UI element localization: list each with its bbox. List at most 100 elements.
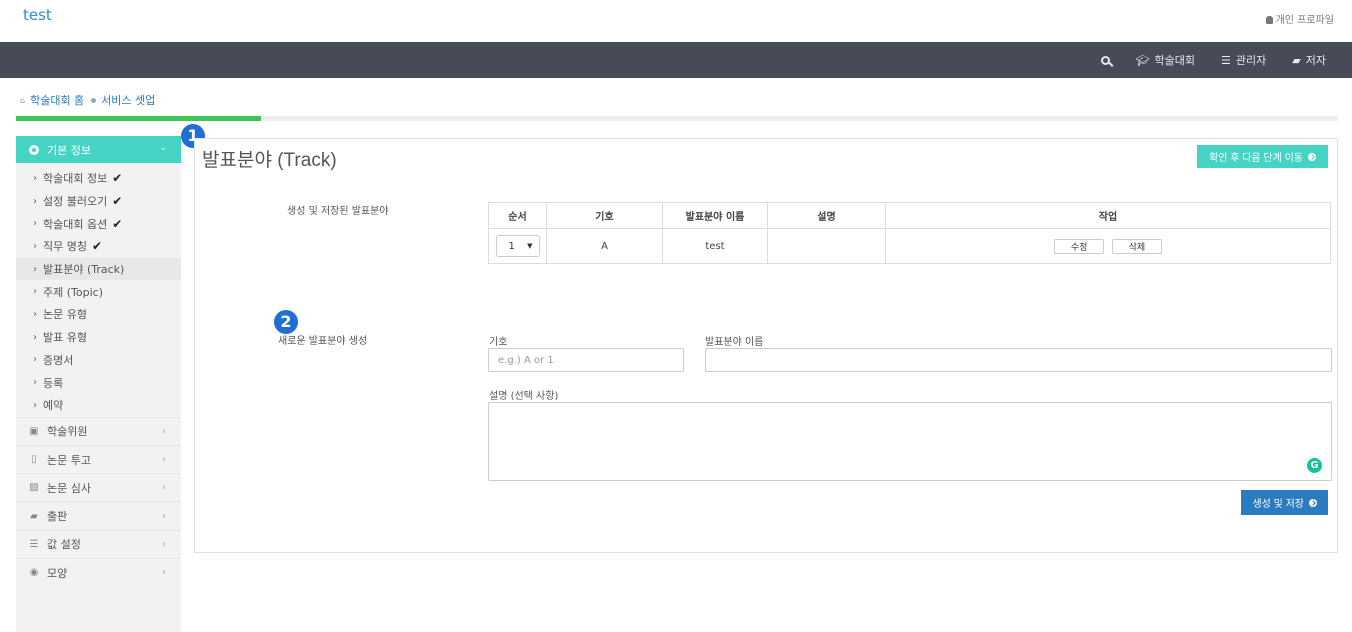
chevron-right-icon: ›	[33, 240, 37, 252]
brand-link[interactable]: test	[23, 6, 52, 24]
breadcrumb-separator	[91, 97, 97, 103]
table-row: 1 ▼ A test 수정 삭제	[488, 228, 1331, 264]
graduation-cap-icon: 🎓︎	[1135, 53, 1150, 67]
column-header-order: 순서	[488, 202, 547, 229]
chevron-right-icon: ›	[33, 218, 37, 230]
sidebar-item-paper-type[interactable]: › 논문 유형	[16, 303, 181, 326]
check-icon: ✔	[112, 216, 123, 231]
nav-item-label: 관리자	[1235, 54, 1267, 67]
sidebar-item-label: 발표분야 (Track)	[43, 263, 125, 277]
code-cell: A	[546, 228, 663, 264]
sidebar: 기본 정보 ⌄ › 학술대회 정보 ✔ › 설정 불러오기 ✔ › 학술대회 옵션 ✔ › 직…	[16, 136, 181, 632]
sidebar-item-label: 발표 유형	[43, 331, 87, 345]
track-panel: 발표분야 (Track) 확인 후 다음 단계 이동 생성 및 저장된 발표분야…	[194, 138, 1338, 553]
nav-item-author[interactable]: ▰ 저자	[1292, 52, 1326, 68]
table-header-row: 순서 기호 발표분야 이름 설명 작업	[488, 202, 1331, 229]
sidebar-item-topic[interactable]: › 주제 (Topic)	[16, 280, 181, 303]
sidebar-item-conference-options[interactable]: › 학술대회 옵션 ✔	[16, 212, 181, 235]
sidebar-section-values[interactable]: ☰ 값 설정 ‹	[16, 529, 181, 558]
column-header-description: 설명	[767, 202, 886, 229]
sidebar-item-load-settings[interactable]: › 설정 불러오기 ✔	[16, 190, 181, 213]
create-and-save-button[interactable]: 생성 및 저장	[1241, 490, 1328, 515]
setup-progress-bar	[16, 116, 1338, 121]
gear-icon	[29, 144, 39, 155]
grammarly-icon[interactable]: G	[1307, 458, 1322, 473]
top-bar: test 개인 프로파일	[0, 0, 1352, 42]
sidebar-item-presentation-type[interactable]: › 발표 유형	[16, 326, 181, 349]
breadcrumb-home[interactable]: 학술대회 홈	[30, 92, 84, 108]
chevron-down-icon: ⌄	[159, 143, 167, 153]
sidebar-section-submission[interactable]: ▯ 논문 투고 ‹	[16, 444, 181, 473]
chevron-right-icon: ›	[33, 308, 37, 320]
chevron-left-icon: ‹	[162, 482, 166, 494]
next-step-button[interactable]: 확인 후 다음 단계 이동	[1197, 145, 1328, 168]
sidebar-section-title: 기본 정보	[47, 143, 91, 157]
name-cell: test	[662, 228, 768, 264]
sidebar-item-label: 논문 유형	[43, 308, 87, 322]
description-label: 설명 (선택 사항)	[489, 391, 559, 402]
chevron-left-icon: ‹	[162, 510, 166, 522]
nav-item-admin[interactable]: ☰ 관리자	[1221, 52, 1266, 68]
edit-button[interactable]: 수정	[1053, 238, 1105, 254]
column-header-code: 기호	[546, 202, 663, 229]
file-icon: ▯	[31, 454, 37, 465]
nav-item-label: 학술대회	[1154, 54, 1196, 67]
chevron-right-icon: ›	[33, 377, 37, 389]
chevron-right-icon: ›	[33, 195, 37, 207]
eye-icon: ◉	[29, 567, 39, 579]
saved-tracks-label: 생성 및 저장된 발표분야	[287, 206, 389, 217]
edit-icon: ▨	[29, 482, 39, 494]
description-cell	[767, 228, 886, 264]
check-icon: ✔	[91, 239, 103, 254]
code-input[interactable]: e.g.) A or 1	[488, 348, 684, 372]
sidebar-item-certificate[interactable]: › 증명서	[16, 349, 181, 372]
sidebar-item-label: 직무 명칭	[43, 240, 87, 254]
breadcrumb-current[interactable]: 서비스 셋업	[101, 92, 155, 108]
chevron-right-icon: ›	[33, 331, 37, 343]
chevron-left-icon: ‹	[162, 538, 166, 550]
chevron-right-icon: ›	[33, 172, 37, 184]
sidebar-section-label: 논문 투고	[47, 453, 91, 467]
sidebar-section-committee[interactable]: ▣ 학술위원 ‹	[16, 416, 181, 445]
chevron-left-icon: ‹	[162, 425, 166, 437]
sidebar-item-job-titles[interactable]: › 직무 명칭 ✔	[16, 235, 181, 258]
search-icon	[1100, 55, 1110, 65]
breadcrumb: ⌂ 학술대회 홈 서비스 셋업	[20, 92, 155, 108]
sidebar-section-publishing[interactable]: ▰ 출판 ‹	[16, 501, 181, 529]
track-name-input[interactable]	[705, 348, 1332, 372]
delete-button[interactable]: 삭제	[1111, 238, 1163, 254]
progress-fill	[16, 116, 261, 121]
sidebar-section-basic-info[interactable]: 기본 정보 ⌄	[16, 136, 181, 163]
column-header-actions: 작업	[885, 202, 1331, 229]
sidebar-section-review[interactable]: ▨ 논문 심사 ‹	[16, 473, 181, 501]
nav-search[interactable]	[1100, 55, 1110, 65]
order-select[interactable]: 1 ▼	[495, 235, 540, 257]
nav-item-label: 저자	[1305, 54, 1326, 67]
caret-down-icon: ▼	[527, 242, 533, 250]
book-icon: ▰	[30, 510, 38, 522]
sidebar-section-label: 모양	[47, 566, 68, 580]
sidebar-item-registration[interactable]: › 등록	[16, 371, 181, 394]
track-name-label: 발표분야 이름	[705, 337, 764, 348]
sidebar-item-label: 예약	[43, 399, 64, 413]
arrow-circle-right-icon	[1308, 152, 1316, 161]
column-header-name: 발표분야 이름	[662, 202, 768, 229]
code-label: 기호	[489, 337, 508, 348]
tracks-table: 순서 기호 발표분야 이름 설명 작업 1 ▼ A test 수정 삭제	[488, 202, 1331, 264]
book-icon: ▰	[1292, 53, 1301, 67]
description-textarea[interactable]: G	[488, 402, 1332, 481]
next-step-label: 확인 후 다음 단계 이동	[1209, 153, 1303, 164]
sidebar-section-label: 출판	[47, 510, 68, 524]
nav-item-conference[interactable]: 🎓︎ 학술대회	[1136, 52, 1195, 68]
chevron-right-icon: ›	[33, 263, 37, 275]
sidebar-item-reservation[interactable]: › 예약	[16, 394, 181, 417]
profile-link[interactable]: 개인 프로파일	[1265, 11, 1334, 26]
sidebar-section-appearance[interactable]: ◉ 모양 ‹	[16, 558, 181, 586]
sidebar-item-label: 학술대회 옵션	[43, 217, 108, 231]
sidebar-item-label: 등록	[43, 376, 64, 390]
main-navbar: 🎓︎ 학술대회 ☰ 관리자 ▰ 저자	[0, 42, 1352, 78]
sidebar-item-conference-info[interactable]: › 학술대회 정보 ✔	[16, 167, 181, 190]
chevron-right-icon: ›	[33, 286, 37, 298]
sidebar-item-track[interactable]: › 발표분야 (Track)	[16, 257, 181, 281]
create-and-save-label: 생성 및 저장	[1252, 499, 1304, 510]
